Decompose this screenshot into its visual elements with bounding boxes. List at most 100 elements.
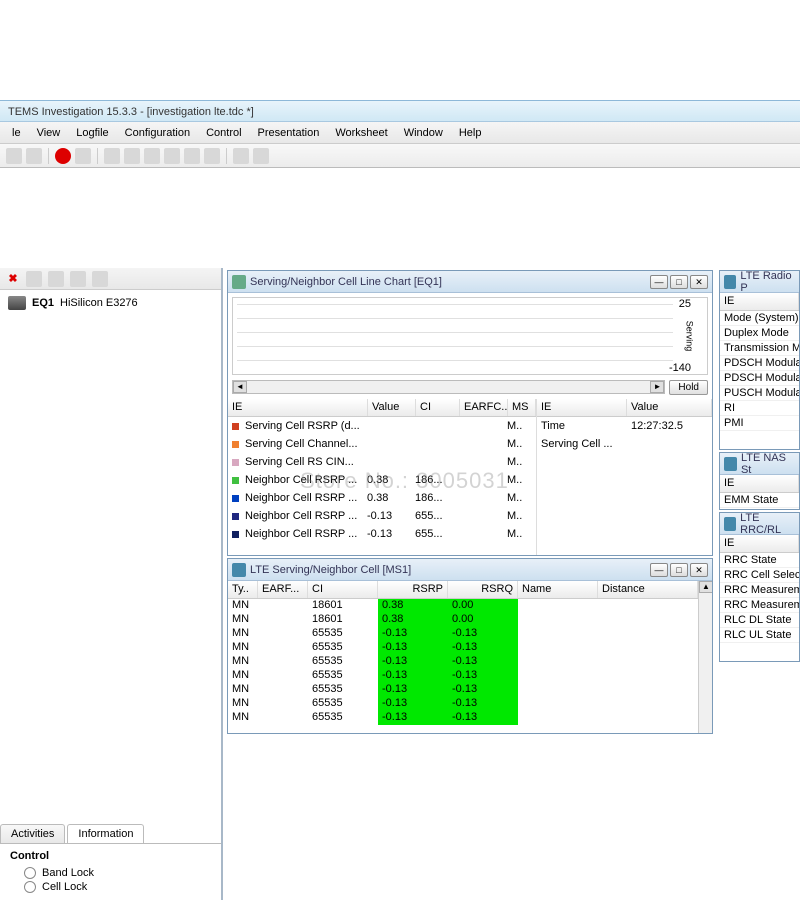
close-button[interactable]: ✕	[690, 563, 708, 577]
col-ie[interactable]: IE	[720, 535, 799, 552]
list-item[interactable]: RI	[720, 401, 799, 416]
toolbar-btn[interactable]	[26, 271, 42, 287]
minimize-button[interactable]: —	[650, 563, 668, 577]
table-row[interactable]: MN 65535 -0.13 -0.13	[228, 711, 698, 725]
maximize-button[interactable]: □	[670, 275, 688, 289]
col-ci[interactable]: CI	[308, 581, 378, 598]
list-item[interactable]: EMM State	[720, 493, 799, 508]
col-earfc[interactable]: EARFC..	[460, 399, 508, 416]
hold-button[interactable]: Hold	[669, 380, 708, 395]
list-item[interactable]: Transmission Mo	[720, 341, 799, 356]
toolbar-btn[interactable]	[104, 148, 120, 164]
menu-presentation[interactable]: Presentation	[250, 124, 328, 142]
table-row[interactable]: MN 65535 -0.13 -0.13	[228, 655, 698, 669]
col-ie[interactable]: IE	[720, 475, 799, 492]
line-chart[interactable]: 25 -140 Serving	[232, 297, 708, 375]
info-row[interactable]: Serving Cell ...	[537, 435, 712, 453]
ie-row[interactable]: Serving Cell RS CIN... M..	[228, 453, 536, 471]
list-item[interactable]: RLC DL State	[720, 613, 799, 628]
record-icon[interactable]	[55, 148, 71, 164]
band-lock-row[interactable]: Band Lock	[24, 866, 211, 880]
list-item[interactable]: PDSCH Modulati	[720, 356, 799, 371]
list-item[interactable]: RRC State	[720, 553, 799, 568]
table-row[interactable]: MN 65535 -0.13 -0.13	[228, 627, 698, 641]
ie-row[interactable]: Neighbor Cell RSRP ... -0.13 655... M..	[228, 507, 536, 525]
toolbar-btn[interactable]	[204, 148, 220, 164]
table-row[interactable]: MN 65535 -0.13 -0.13	[228, 669, 698, 683]
ie-row[interactable]: Serving Cell Channel... M..	[228, 435, 536, 453]
col-rsrq[interactable]: RSRQ	[448, 581, 518, 598]
toolbar-btn[interactable]	[70, 271, 86, 287]
table-row[interactable]: MN 65535 -0.13 -0.13	[228, 697, 698, 711]
scroll-right-icon[interactable]: ►	[650, 381, 664, 393]
cell-lock-row[interactable]: Cell Lock	[24, 880, 211, 894]
list-item[interactable]: RLC UL State	[720, 628, 799, 643]
close-icon[interactable]: ✖	[6, 272, 20, 285]
tab-activities[interactable]: Activities	[0, 824, 65, 843]
col-ty[interactable]: Ty..	[228, 581, 258, 598]
radio-icon[interactable]	[24, 881, 36, 893]
toolbar-btn[interactable]	[144, 148, 160, 164]
col-name[interactable]: Name	[518, 581, 598, 598]
maximize-button[interactable]: □	[670, 563, 688, 577]
device-row[interactable]: EQ1 HiSilicon E3276	[0, 290, 221, 316]
menu-control[interactable]: Control	[198, 124, 249, 142]
list-item[interactable]: RRC Measureme	[720, 583, 799, 598]
menu-window[interactable]: Window	[396, 124, 451, 142]
toolbar-btn[interactable]	[26, 148, 42, 164]
col-ie[interactable]: IE	[537, 399, 627, 416]
panel-header[interactable]: LTE NAS St	[720, 453, 799, 475]
col-earf[interactable]: EARF...	[258, 581, 308, 598]
folder-icon[interactable]	[92, 271, 108, 287]
col-ms[interactable]: MS	[508, 399, 536, 416]
close-button[interactable]: ✕	[690, 275, 708, 289]
list-item[interactable]: Duplex Mode	[720, 326, 799, 341]
radio-icon[interactable]	[24, 867, 36, 879]
table-row[interactable]: MN 18601 0.38 0.00	[228, 599, 698, 613]
table-row[interactable]: MN 65535 -0.13 -0.13	[228, 683, 698, 697]
info-row[interactable]: Time12:27:32.5	[537, 417, 712, 435]
menu-file[interactable]: le	[4, 124, 29, 142]
scroll-up-icon[interactable]: ▲	[699, 581, 712, 593]
col-ie[interactable]: IE	[720, 293, 799, 310]
col-ci[interactable]: CI	[416, 399, 460, 416]
list-item[interactable]: PMI	[720, 416, 799, 431]
menu-view[interactable]: View	[29, 124, 69, 142]
gear-icon[interactable]	[48, 271, 64, 287]
panel-header[interactable]: Serving/Neighbor Cell Line Chart [EQ1] —…	[228, 271, 712, 293]
col-ie[interactable]: IE	[228, 399, 368, 416]
toolbar-btn[interactable]	[75, 148, 91, 164]
ie-row[interactable]: Neighbor Cell RSRP ... 0.38 186... M..	[228, 471, 536, 489]
ie-row[interactable]: Serving Cell RSRP (d... M..	[228, 417, 536, 435]
panel-header[interactable]: LTE Serving/Neighbor Cell [MS1] — □ ✕	[228, 559, 712, 581]
col-distance[interactable]: Distance	[598, 581, 698, 598]
col-value[interactable]: Value	[627, 399, 712, 416]
panel-header[interactable]: LTE RRC/RL	[720, 513, 799, 535]
scroll-left-icon[interactable]: ◄	[233, 381, 247, 393]
list-item[interactable]: PDSCH Modulati	[720, 371, 799, 386]
vertical-scrollbar[interactable]: ▲	[698, 581, 712, 733]
tab-information[interactable]: Information	[67, 824, 144, 843]
col-rsrp[interactable]: RSRP	[378, 581, 448, 598]
toolbar-btn[interactable]	[233, 148, 249, 164]
minimize-button[interactable]: —	[650, 275, 668, 289]
menu-logfile[interactable]: Logfile	[68, 124, 116, 142]
save-icon[interactable]	[184, 148, 200, 164]
col-value[interactable]: Value	[368, 399, 416, 416]
menu-configuration[interactable]: Configuration	[117, 124, 198, 142]
ie-row[interactable]: Neighbor Cell RSRP ... 0.38 186... M..	[228, 489, 536, 507]
toolbar-btn[interactable]	[253, 148, 269, 164]
list-item[interactable]: Mode (System)	[720, 311, 799, 326]
table-row[interactable]: MN 65535 -0.13 -0.13	[228, 641, 698, 655]
menu-worksheet[interactable]: Worksheet	[327, 124, 395, 142]
list-item[interactable]: RRC Cell Selecti	[720, 568, 799, 583]
panel-header[interactable]: LTE Radio P	[720, 271, 799, 293]
horizontal-scrollbar[interactable]: ◄ ►	[232, 380, 665, 394]
ie-row[interactable]: Neighbor Cell RSRP ... -0.13 655... M..	[228, 525, 536, 543]
table-row[interactable]: MN 18601 0.38 0.00	[228, 613, 698, 627]
list-item[interactable]: RRC Measureme	[720, 598, 799, 613]
list-item[interactable]: PUSCH Modulati	[720, 386, 799, 401]
toolbar-btn[interactable]	[124, 148, 140, 164]
toolbar-btn[interactable]	[164, 148, 180, 164]
toolbar-btn[interactable]	[6, 148, 22, 164]
